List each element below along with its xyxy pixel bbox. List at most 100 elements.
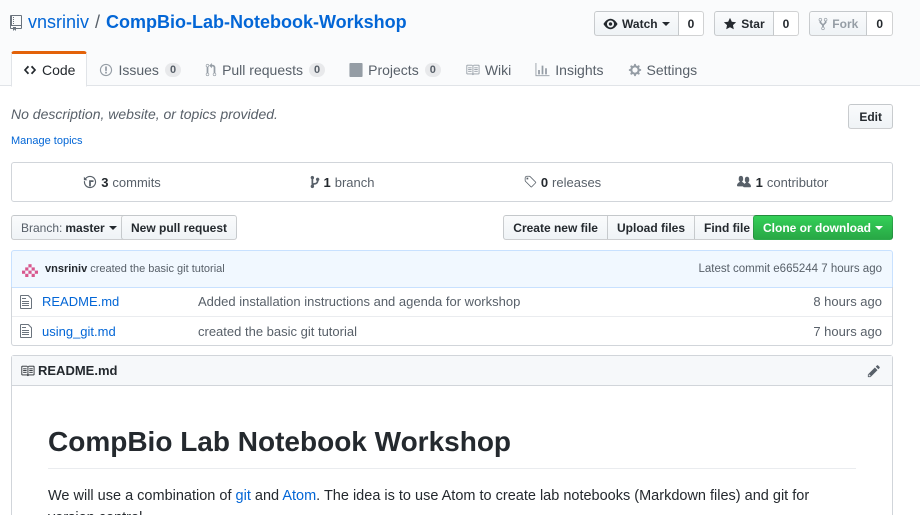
graph-icon	[535, 63, 550, 77]
readme-text-start: We will use a combination of	[48, 488, 236, 504]
repo-owner-link[interactable]: vnsriniv	[28, 12, 89, 33]
repo-actions: Watch 0 Star 0 Fork 0	[594, 11, 893, 36]
tab-code[interactable]: Code	[11, 51, 88, 87]
readme-body: CompBio Lab Notebook Workshop We will us…	[12, 386, 892, 515]
file-actions-group: Create new file Upload files Find file	[503, 215, 760, 240]
star-button[interactable]: Star	[714, 11, 774, 36]
commits-label: commits	[112, 174, 161, 190]
issues-counter: 0	[164, 63, 182, 77]
branch-select-button[interactable]: Branch: master	[11, 215, 127, 240]
latest-commit-summary[interactable]: Latest commit e665244 7 hours ago	[699, 263, 882, 275]
file-icon	[20, 294, 36, 310]
fork-button[interactable]: Fork	[809, 11, 868, 36]
tab-insights-label: Insights	[555, 62, 604, 78]
find-file-button[interactable]: Find file	[694, 215, 760, 240]
create-new-file-button[interactable]: Create new file	[503, 215, 608, 240]
manage-topics-link[interactable]: Manage topics	[11, 135, 83, 147]
project-icon	[349, 63, 363, 77]
repo-header: vnsriniv / CompBio-Lab-Notebook-Workshop…	[0, 0, 920, 87]
watch-count[interactable]: 0	[678, 11, 705, 36]
latest-commit-bar: vnsriniv created the basic git tutorial …	[11, 250, 893, 288]
repo-icon	[10, 14, 22, 31]
fork-icon	[818, 17, 828, 30]
commit-author-link[interactable]: vnsriniv	[45, 263, 87, 275]
tab-issues[interactable]: Issues 0	[87, 51, 193, 87]
branches-link[interactable]: 1 branch	[232, 163, 452, 201]
watch-button[interactable]: Watch	[594, 11, 679, 36]
file-name-link[interactable]: README.md	[42, 294, 198, 309]
contributors-link[interactable]: 1 contributor	[672, 163, 892, 201]
chevron-down-icon	[875, 225, 883, 230]
file-age: 8 hours ago	[813, 294, 882, 309]
tab-code-label: Code	[42, 62, 76, 78]
book-icon	[21, 365, 35, 376]
clone-or-download-button[interactable]: Clone or download	[753, 215, 893, 240]
file-navigation: Branch: master New pull request Create n…	[11, 215, 893, 240]
chevron-down-icon	[661, 21, 670, 26]
tab-projects-label: Projects	[368, 62, 419, 78]
table-row: using_git.md created the basic git tutor…	[12, 316, 892, 345]
organization-icon	[736, 175, 751, 188]
tab-insights[interactable]: Insights	[523, 51, 615, 87]
issue-icon	[100, 63, 113, 77]
readme-panel: README.md CompBio Lab Notebook Workshop …	[11, 355, 893, 515]
branch-icon	[310, 175, 319, 189]
releases-label: releases	[552, 174, 602, 190]
tab-pull-requests-label: Pull requests	[222, 62, 303, 78]
branch-name: master	[65, 220, 105, 235]
projects-counter: 0	[424, 63, 441, 77]
star-icon	[724, 17, 737, 29]
repo-description: No description, website, or topics provi…	[11, 106, 278, 122]
star-count[interactable]: 0	[773, 11, 800, 36]
file-commit-message[interactable]: Added installation instructions and agen…	[198, 294, 520, 309]
branches-count: 1	[323, 174, 331, 190]
repo-nav: Code Issues 0 Pull requests 0 Projects 0…	[11, 51, 709, 87]
tab-projects[interactable]: Projects 0	[337, 51, 453, 87]
readme-header: README.md	[12, 356, 892, 386]
code-icon	[23, 65, 37, 75]
branch-prefix: Branch:	[21, 220, 63, 235]
eye-icon	[603, 18, 618, 29]
table-row: README.md Added installation instruction…	[12, 287, 892, 316]
releases-link[interactable]: 0 releases	[452, 163, 672, 201]
git-link[interactable]: git	[236, 488, 251, 504]
edit-button[interactable]: Edit	[848, 104, 893, 129]
chevron-down-icon	[108, 225, 117, 230]
tab-wiki[interactable]: Wiki	[453, 51, 523, 87]
readme-paragraph: We will use a combination of git and Ato…	[48, 485, 856, 515]
avatar[interactable]	[22, 261, 38, 277]
tab-settings[interactable]: Settings	[616, 51, 710, 87]
pencil-icon[interactable]	[867, 364, 884, 378]
readme-heading: CompBio Lab Notebook Workshop	[48, 426, 856, 469]
new-pull-request-button[interactable]: New pull request	[121, 215, 238, 240]
tag-icon	[524, 175, 537, 188]
tab-issues-label: Issues	[118, 62, 159, 78]
star-group: Star 0	[714, 11, 800, 36]
history-icon	[84, 175, 97, 189]
file-name-link[interactable]: using_git.md	[42, 324, 198, 339]
tab-pull-requests[interactable]: Pull requests 0	[193, 51, 337, 87]
upload-files-button[interactable]: Upload files	[606, 215, 695, 240]
branches-label: branch	[334, 174, 375, 190]
releases-count: 0	[540, 174, 549, 190]
pull-request-icon	[205, 63, 217, 77]
file-list: README.md Added installation instruction…	[11, 287, 893, 346]
fork-count[interactable]: 0	[867, 11, 893, 36]
commits-link[interactable]: 3 commits	[12, 163, 232, 201]
numbers-summary: 3 commits 1 branch 0 releases 1 contribu…	[11, 162, 893, 202]
repo-name-link[interactable]: CompBio-Lab-Notebook-Workshop	[106, 12, 407, 33]
pull-requests-counter: 0	[309, 63, 326, 77]
gear-icon	[628, 63, 641, 77]
file-commit-message[interactable]: created the basic git tutorial	[198, 324, 357, 339]
tab-settings-label: Settings	[646, 62, 698, 78]
clone-label: Clone or download	[763, 220, 871, 235]
star-label: Star	[741, 16, 765, 31]
file-icon	[20, 323, 36, 339]
commit-message-link[interactable]: created the basic git tutorial	[90, 263, 225, 275]
fork-group: Fork 0	[809, 11, 893, 36]
readme-filename: README.md	[38, 363, 118, 378]
tab-wiki-label: Wiki	[484, 62, 512, 78]
atom-link[interactable]: Atom	[282, 488, 316, 504]
contributors-label: contributor	[766, 174, 829, 190]
book-icon	[466, 64, 480, 76]
